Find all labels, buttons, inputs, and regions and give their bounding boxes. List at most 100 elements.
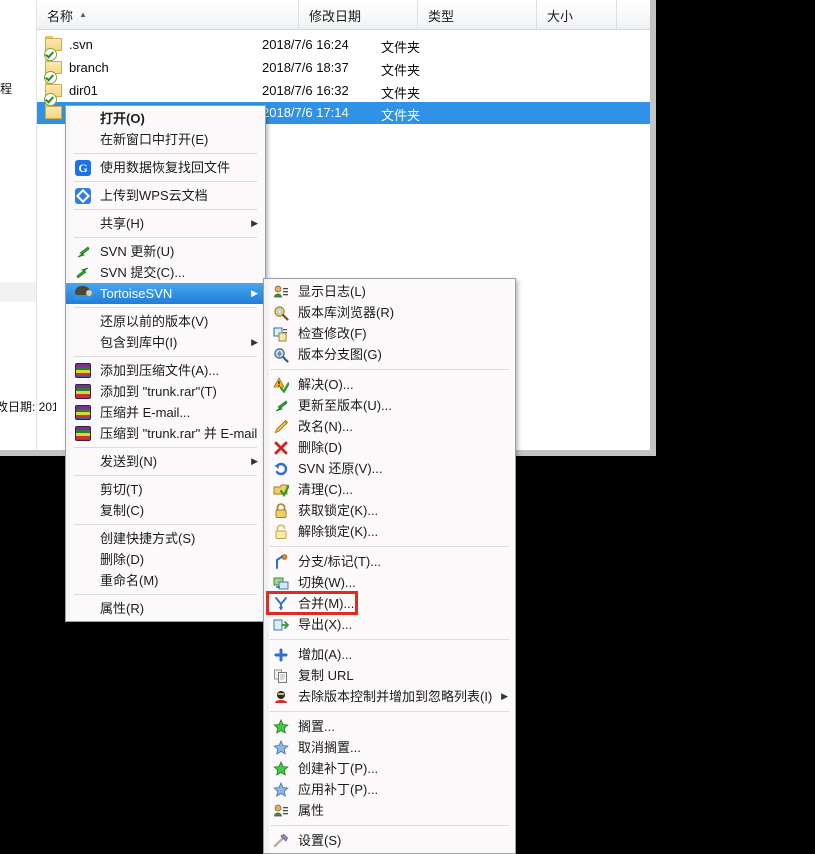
menu-item-svn-commit[interactable]: SVN 提交(C)...: [66, 262, 265, 283]
menu-item-send-to[interactable]: 发送到(N) ▶: [66, 451, 265, 472]
submenu-item-cleanup[interactable]: 清理(C)...: [264, 479, 515, 500]
column-header-type-label: 类型: [428, 8, 455, 24]
row-date: 2018/7/6 16:32: [262, 83, 349, 98]
column-header-date[interactable]: 修改日期: [299, 0, 418, 30]
submenu-item-svn-revert[interactable]: SVN 还原(V)...: [264, 458, 515, 479]
menu-item-cut[interactable]: 剪切(T): [66, 479, 265, 500]
submenu-item-label: 增加(A)...: [298, 647, 353, 662]
submenu-item-label: 切换(W)...: [298, 575, 356, 590]
submenu-item-merge[interactable]: 合并(M)...: [264, 591, 515, 615]
winrar-icon: [75, 384, 91, 399]
submenu-item-get-lock[interactable]: 获取锁定(K)...: [264, 500, 515, 521]
submenu-item-create-patch[interactable]: 创建补丁(P)...: [264, 758, 515, 779]
menu-item-include-in-library[interactable]: 包含到库中(I) ▶: [66, 332, 265, 353]
menu-item-add-to-archive[interactable]: 添加到压缩文件(A)...: [66, 360, 265, 381]
menu-item-label: 发送到(N): [100, 454, 158, 469]
menu-item-create-shortcut[interactable]: 创建快捷方式(S): [66, 528, 265, 549]
menu-item-compress-to-trunk-rar-and-email[interactable]: 压缩到 "trunk.rar" 并 E-mail: [66, 423, 265, 444]
column-header-type[interactable]: 类型: [418, 0, 537, 30]
submenu-item-export[interactable]: 导出(X)...: [264, 614, 515, 635]
table-row[interactable]: dir01 2018/7/6 16:32 文件夹: [37, 71, 650, 102]
submenu-item-label: 获取锁定(K)...: [298, 503, 379, 518]
submenu-item-check-modifications[interactable]: 检查修改(F): [264, 323, 515, 344]
menu-item-label: 上传到WPS云文档: [100, 188, 208, 203]
show-log-icon: [274, 285, 288, 298]
context-menu[interactable]: 打开(O) 在新窗口中打开(E) G 使用数据恢复找回文件 上传到WPS云文档 …: [65, 105, 266, 622]
submenu-item-label: 去除版本控制并增加到忽略列表(I): [298, 689, 493, 704]
column-header-date-label: 修改日期: [309, 8, 362, 24]
row-date: 2018/7/6 16:24: [262, 37, 349, 52]
table-row[interactable]: .svn 2018/7/6 16:24 文件夹: [37, 34, 650, 56]
column-header-size[interactable]: 大小: [537, 0, 617, 30]
delete-icon: [274, 441, 288, 455]
submenu-item-update-to-revision[interactable]: 更新至版本(U)...: [264, 395, 515, 416]
submenu-item-shelve[interactable]: 搁置...: [264, 716, 515, 737]
column-header-name[interactable]: 名称 ▲: [37, 0, 299, 30]
menu-item-restore-previous-versions[interactable]: 还原以前的版本(V): [66, 311, 265, 332]
menu-separator: [74, 307, 257, 308]
submenu-item-apply-patch[interactable]: 应用补丁(P)...: [264, 779, 515, 800]
submenu-item-unversion-ignore[interactable]: 去除版本控制并增加到忽略列表(I) ▶: [264, 686, 515, 707]
left-pane-clipped-label-top: 程: [0, 82, 13, 96]
left-pane-clipped-label-bottom: 改日期: 201: [0, 400, 56, 414]
menu-item-label: 使用数据恢复找回文件: [100, 160, 231, 175]
cleanup-icon: [273, 484, 289, 498]
submenu-separator: [270, 639, 509, 640]
properties-icon: [274, 804, 288, 817]
submenu-separator: [270, 711, 509, 712]
menu-separator: [74, 447, 257, 448]
menu-item-delete[interactable]: 删除(D): [66, 549, 265, 570]
submenu-item-label: 分支/标记(T)...: [298, 554, 382, 569]
submenu-item-branch-tag[interactable]: 分支/标记(T)...: [264, 551, 515, 572]
check-modify-icon: [273, 327, 287, 342]
submenu-item-repo-browser[interactable]: 版本库浏览器(R): [264, 302, 515, 323]
submenu-item-label: 应用补丁(P)...: [298, 782, 379, 797]
submenu-item-unshelve[interactable]: 取消搁置...: [264, 737, 515, 758]
column-header-blank[interactable]: [617, 0, 650, 30]
menu-item-label: 添加到压缩文件(A)...: [100, 363, 220, 378]
menu-item-add-to-trunk-rar[interactable]: 添加到 "trunk.rar"(T): [66, 381, 265, 402]
repo-browser-icon: [274, 306, 289, 321]
menu-item-label: 剪切(T): [100, 482, 143, 497]
menu-separator: [74, 209, 257, 210]
menu-item-open-new-window[interactable]: 在新窗口中打开(E): [66, 129, 265, 150]
column-header-row: 名称 ▲ 修改日期 类型 大小: [37, 0, 650, 30]
submenu-item-show-log[interactable]: 显示日志(L): [264, 281, 515, 302]
chevron-right-icon: ▶: [251, 337, 258, 347]
submenu-item-label: 显示日志(L): [298, 284, 366, 299]
submenu-item-switch[interactable]: 切换(W)...: [264, 572, 515, 593]
submenu-item-revision-graph[interactable]: 版本分支图(G): [264, 344, 515, 365]
menu-item-label: 压缩到 "trunk.rar" 并 E-mail: [100, 426, 258, 441]
submenu-item-delete[interactable]: 删除(D): [264, 437, 515, 458]
chevron-right-icon: ▶: [251, 288, 258, 298]
tortoisesvn-submenu[interactable]: 显示日志(L) 版本库浏览器(R) 检查修改(F) 版本分支图(G) 解决(O)…: [263, 278, 516, 854]
menu-item-label: 还原以前的版本(V): [100, 314, 209, 329]
submenu-item-add[interactable]: 增加(A)...: [264, 644, 515, 665]
menu-item-rename[interactable]: 重命名(M): [66, 570, 265, 591]
submenu-item-resolve[interactable]: 解决(O)...: [264, 374, 515, 395]
revert-icon: [274, 462, 288, 476]
row-type: 文件夹: [381, 63, 421, 78]
submenu-item-properties[interactable]: 属性: [264, 800, 515, 821]
menu-item-compress-and-email[interactable]: 压缩并 E-mail...: [66, 402, 265, 423]
menu-separator: [74, 153, 257, 154]
menu-item-svn-update[interactable]: SVN 更新(U): [66, 241, 265, 262]
g-recovery-icon: G: [75, 160, 91, 176]
menu-separator: [74, 356, 257, 357]
create-patch-icon: [273, 761, 289, 776]
tortoise-icon: [74, 286, 92, 301]
revision-graph-icon: [274, 348, 289, 363]
menu-item-copy[interactable]: 复制(C): [66, 500, 265, 521]
menu-item-upload-wps[interactable]: 上传到WPS云文档: [66, 185, 265, 206]
menu-item-tortoisesvn[interactable]: TortoiseSVN ▶: [66, 283, 265, 304]
add-icon: [274, 648, 288, 662]
submenu-item-rename[interactable]: 改名(N)...: [264, 416, 515, 437]
menu-item-data-recovery[interactable]: G 使用数据恢复找回文件: [66, 157, 265, 178]
menu-item-open[interactable]: 打开(O): [66, 108, 265, 129]
menu-item-properties[interactable]: 属性(R): [66, 598, 265, 619]
submenu-item-label: 改名(N)...: [298, 419, 353, 434]
menu-item-share[interactable]: 共享(H) ▶: [66, 213, 265, 234]
submenu-item-copy-url[interactable]: 复制 URL: [264, 665, 515, 686]
submenu-item-release-lock[interactable]: 解除锁定(K)...: [264, 521, 515, 542]
table-row[interactable]: branch 2018/7/6 18:37 文件夹: [37, 48, 650, 79]
